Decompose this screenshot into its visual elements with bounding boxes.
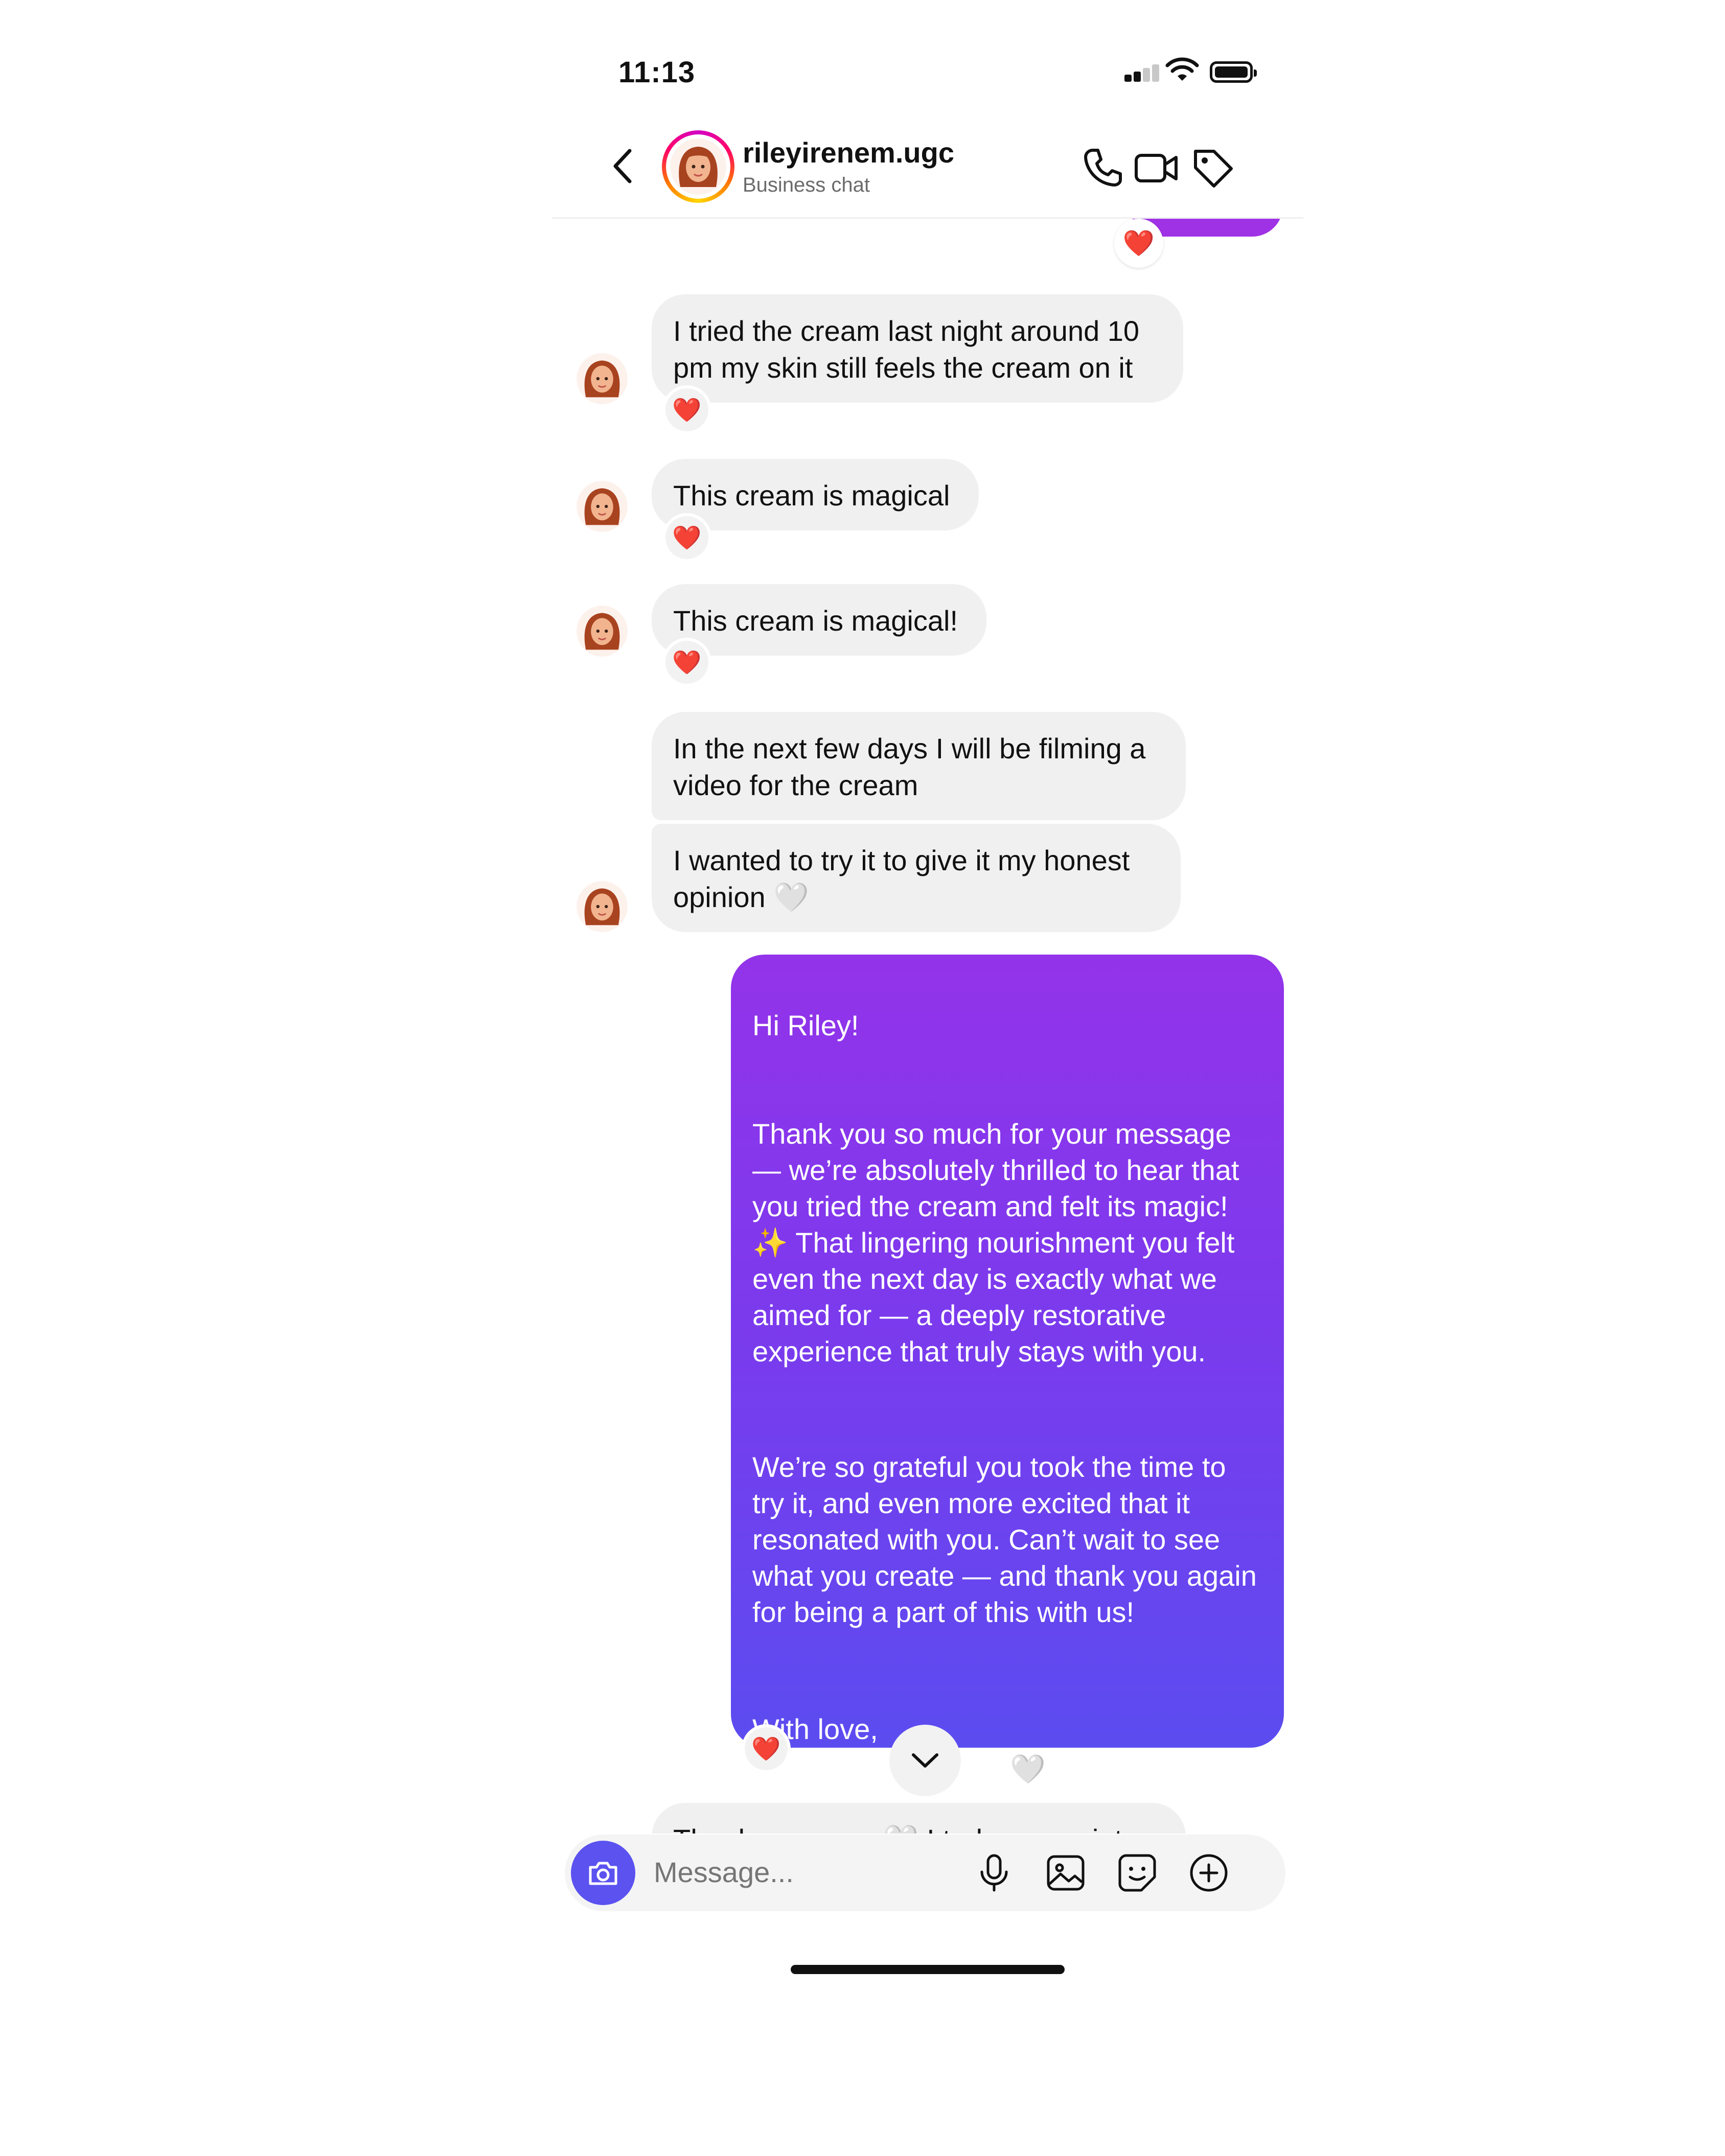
wifi-icon — [1165, 57, 1199, 85]
back-chevron-icon[interactable] — [603, 146, 644, 187]
microphone-icon[interactable] — [974, 1852, 1015, 1896]
phone-icon[interactable] — [1078, 143, 1128, 192]
outgoing-message[interactable]: Hi Riley! Thank you so much for your mes… — [731, 955, 1284, 1834]
message-input[interactable] — [653, 1855, 961, 1889]
video-camera-icon[interactable] — [1132, 143, 1181, 192]
incoming-message[interactable]: In the next few days I will be filming a… — [652, 712, 1186, 820]
gallery-icon[interactable] — [1045, 1852, 1086, 1896]
message-composer — [565, 1835, 1285, 1911]
phone-screen: 11:13 rileyirenem.ugc Business chat ❤️ I… — [552, 0, 1303, 2156]
camera-icon — [589, 1862, 617, 1885]
avatar[interactable] — [662, 130, 734, 203]
cellular-signal-icon — [1124, 64, 1159, 82]
chevron-down-icon — [912, 1753, 938, 1768]
chat-subtitle: Business chat — [743, 174, 870, 196]
reply-paragraph: Thank you so much for your message — we’… — [752, 1118, 1239, 1367]
incoming-message[interactable]: Thank you guys 🤍 I truly appreciate — [652, 1803, 1186, 1834]
incoming-message[interactable]: I wanted to try it to give it my honest … — [652, 824, 1181, 932]
sender-avatar[interactable] — [577, 353, 628, 404]
reaction-heart[interactable]: ❤️ — [662, 638, 711, 687]
sender-avatar[interactable] — [577, 881, 628, 932]
reply-paragraph: We’re so grateful you took the time to t… — [752, 1451, 1257, 1628]
reaction-heart[interactable]: ❤️ — [742, 1724, 791, 1773]
sticker-icon[interactable] — [1117, 1852, 1158, 1896]
reply-greeting: Hi Riley! — [752, 1009, 859, 1041]
home-indicator — [791, 1965, 1065, 1974]
reaction-heart[interactable]: ❤️ — [1114, 219, 1163, 268]
reaction-heart[interactable]: ❤️ — [662, 385, 711, 434]
tag-icon[interactable] — [1188, 143, 1237, 192]
battery-icon — [1210, 61, 1257, 83]
camera-button[interactable] — [571, 1841, 635, 1905]
incoming-message[interactable]: I tried the cream last night around 10 p… — [652, 294, 1183, 403]
sender-avatar[interactable] — [577, 606, 628, 657]
scroll-to-bottom-button[interactable] — [889, 1725, 961, 1796]
reaction-heart[interactable]: ❤️ — [662, 513, 711, 562]
sender-avatar[interactable] — [577, 481, 628, 532]
status-time: 11:13 — [618, 56, 696, 89]
chat-username[interactable]: rileyirenem.ugc — [743, 136, 954, 169]
plus-circle-icon[interactable] — [1188, 1852, 1229, 1896]
message-list: ❤️ I tried the cream last night around 1… — [552, 219, 1303, 1834]
chat-header: rileyirenem.ugc Business chat — [552, 118, 1303, 219]
